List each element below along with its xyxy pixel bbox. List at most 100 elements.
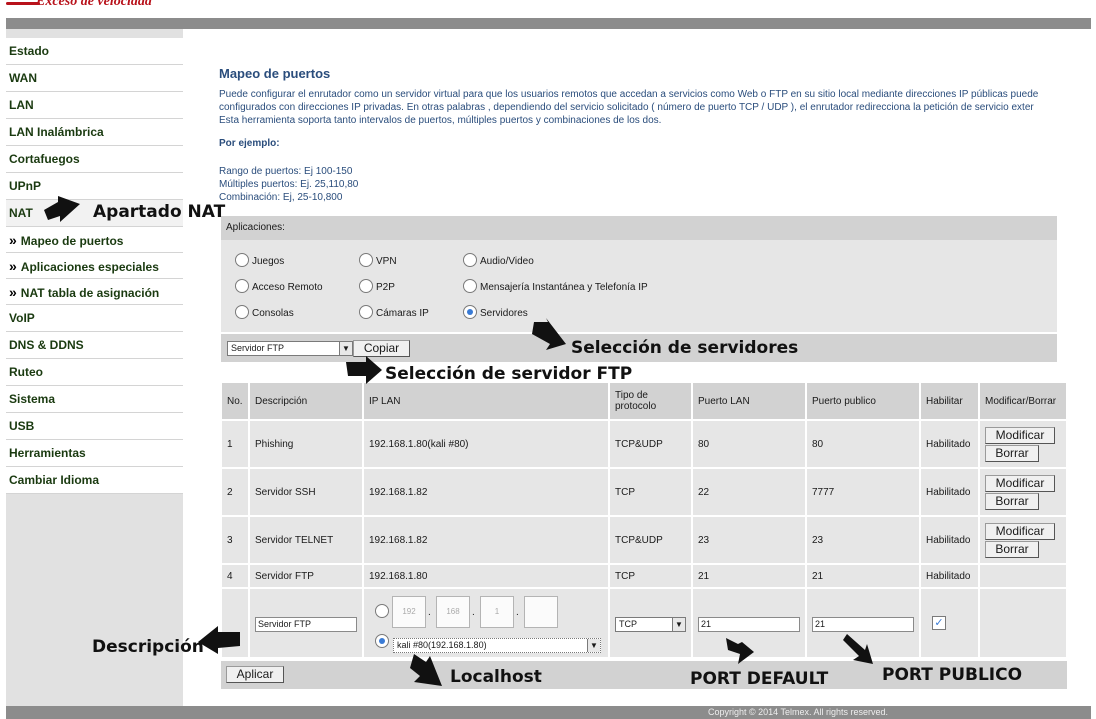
host-select-radio[interactable] <box>375 634 389 648</box>
radio-button-selected[interactable] <box>463 305 477 319</box>
radio-ip-cameras[interactable]: Cámaras IP <box>359 305 429 319</box>
sidebar-subitem-special-apps[interactable]: » Aplicaciones especiales <box>6 253 183 279</box>
sidebar-item-system[interactable]: Sistema <box>6 386 183 413</box>
radio-button[interactable] <box>235 305 249 319</box>
modify-button[interactable]: Modificar <box>985 523 1055 540</box>
radio-label: Acceso Remoto <box>252 282 323 293</box>
delete-button[interactable]: Borrar <box>985 445 1039 462</box>
radio-servers[interactable]: Servidores <box>463 305 528 319</box>
sidebar-item-firewall[interactable]: Cortafuegos <box>6 146 183 173</box>
lan-port-input[interactable]: 21 <box>698 617 800 632</box>
example-line: Combinación: Ej, 25-10,800 <box>219 192 343 203</box>
radio-button[interactable] <box>235 253 249 267</box>
sidebar-item-usb[interactable]: USB <box>6 413 183 440</box>
copy-button[interactable]: Copiar <box>353 340 410 357</box>
main-content: Mapeo de puertos Puede configurar el enr… <box>219 66 1091 204</box>
radio-button[interactable] <box>359 279 373 293</box>
radio-label: Cámaras IP <box>376 308 429 319</box>
action-buttons: Modificar Borrar <box>985 521 1066 559</box>
cell-description: Servidor FTP <box>250 565 362 587</box>
sidebar: Estado WAN LAN LAN Inalámbrica Cortafueg… <box>6 29 183 706</box>
sidebar-item-estado[interactable]: Estado <box>6 38 183 65</box>
cell-public-port: 7777 <box>807 469 919 515</box>
ip-octet-3[interactable]: 1 <box>480 596 514 628</box>
annotation-port-default: PORT DEFAULT <box>690 669 829 689</box>
protocol-select[interactable]: TCP ▼ <box>615 617 686 632</box>
annotation-port-public: PORT PUBLICO <box>882 665 1023 685</box>
logo-swoosh <box>6 2 40 5</box>
description-line: configurados con direcciones IP privadas… <box>219 102 1034 113</box>
radio-button[interactable] <box>359 253 373 267</box>
radio-label: Audio/Video <box>480 256 534 267</box>
radio-button[interactable] <box>463 279 477 293</box>
sidebar-item-lan[interactable]: LAN <box>6 92 183 119</box>
sidebar-item-tools[interactable]: Herramientas <box>6 440 183 467</box>
delete-button[interactable]: Borrar <box>985 493 1039 510</box>
description-input[interactable]: Servidor FTP <box>255 617 357 632</box>
server-select[interactable]: Servidor FTP ▼ <box>227 341 353 356</box>
radio-games[interactable]: Juegos <box>235 253 284 267</box>
radio-label: Servidores <box>480 308 528 319</box>
cell-public-port: 23 <box>807 517 919 563</box>
radio-label: P2P <box>376 282 395 293</box>
arrow-icon <box>198 626 240 654</box>
cell-no: 1 <box>222 421 248 467</box>
radio-p2p[interactable]: P2P <box>359 279 395 293</box>
radio-button[interactable] <box>359 305 373 319</box>
action-buttons: Modificar Borrar <box>985 473 1066 511</box>
modify-button[interactable]: Modificar <box>985 427 1055 444</box>
radio-label: Consolas <box>252 308 294 319</box>
sidebar-item-routing[interactable]: Ruteo <box>6 359 183 386</box>
radio-vpn[interactable]: VPN <box>359 253 397 267</box>
edit-cell-ip: 192 . 168 . 1 . kali #80(192.168.1.80) ▼ <box>364 589 608 657</box>
manual-ip-radio[interactable] <box>375 604 389 618</box>
apply-button[interactable]: Aplicar <box>226 666 284 683</box>
radio-button[interactable] <box>235 279 249 293</box>
sidebar-item-wireless[interactable]: LAN Inalámbrica <box>6 119 183 146</box>
enable-checkbox[interactable]: ✓ <box>932 616 946 630</box>
chevron-down-icon[interactable]: ▼ <box>587 639 600 652</box>
host-select[interactable]: kali #80(192.168.1.80) ▼ <box>393 638 601 653</box>
public-port-input[interactable]: 21 <box>812 617 914 632</box>
sidebar-item-dns[interactable]: DNS & DDNS <box>6 332 183 359</box>
radio-audio-video[interactable]: Audio/Video <box>463 253 534 267</box>
radio-button[interactable] <box>463 253 477 267</box>
edit-cell-description: Servidor FTP <box>250 589 362 657</box>
sidebar-subitem-port-mapping[interactable]: » Mapeo de puertos <box>6 227 183 253</box>
sidebar-subitem-nat-table[interactable]: » NAT tabla de asignación <box>6 279 183 305</box>
radio-messaging[interactable]: Mensajería Instantánea y Telefonía IP <box>463 279 648 293</box>
chevron-down-icon[interactable]: ▼ <box>339 342 352 355</box>
ip-octet-2[interactable]: 168 <box>436 596 470 628</box>
logo: Exceso de velocidad <box>36 0 152 9</box>
sidebar-item-language[interactable]: Cambiar Idioma <box>6 467 183 494</box>
cell-lan-port: 22 <box>693 469 805 515</box>
sidebar-item-upnp[interactable]: UPnP <box>6 173 183 200</box>
ip-octet-4[interactable] <box>524 596 558 628</box>
modify-button[interactable]: Modificar <box>985 475 1055 492</box>
page-title: Mapeo de puertos <box>219 66 331 81</box>
top-bar <box>6 18 1091 29</box>
table-row: 3 Servidor TELNET 192.168.1.82 TCP&UDP 2… <box>222 517 1066 563</box>
radio-consoles[interactable]: Consolas <box>235 305 294 319</box>
table-row: 1 Phishing 192.168.1.80(kali #80) TCP&UD… <box>222 421 1066 467</box>
arrow-icon <box>44 196 80 222</box>
delete-button[interactable]: Borrar <box>985 541 1039 558</box>
sidebar-item-wan[interactable]: WAN <box>6 65 183 92</box>
server-select-value: Servidor FTP <box>231 343 285 353</box>
sidebar-item-voip[interactable]: VoIP <box>6 305 183 332</box>
protocol-select-value: TCP <box>619 619 637 629</box>
cell-description: Phishing <box>250 421 362 467</box>
port-mapping-table: No. Descripción IP LAN Tipo de protocolo… <box>220 381 1068 659</box>
arrow-icon <box>843 634 873 664</box>
cell-actions: Modificar Borrar <box>980 517 1066 563</box>
radio-remote-access[interactable]: Acceso Remoto <box>235 279 323 293</box>
chevron-down-icon[interactable]: ▼ <box>672 618 685 631</box>
sidebar-subitem-label: NAT tabla de asignación <box>20 286 160 300</box>
edit-cell-enable: ✓ <box>921 589 978 657</box>
cell-enabled: Habilitado <box>921 517 978 563</box>
cell-no: 2 <box>222 469 248 515</box>
sidebar-subitem-label: Aplicaciones especiales <box>20 260 159 274</box>
cell-actions: Modificar Borrar <box>980 469 1066 515</box>
description-line: Puede configurar el enrutador como un se… <box>219 89 1039 100</box>
ip-octet-1[interactable]: 192 <box>392 596 426 628</box>
